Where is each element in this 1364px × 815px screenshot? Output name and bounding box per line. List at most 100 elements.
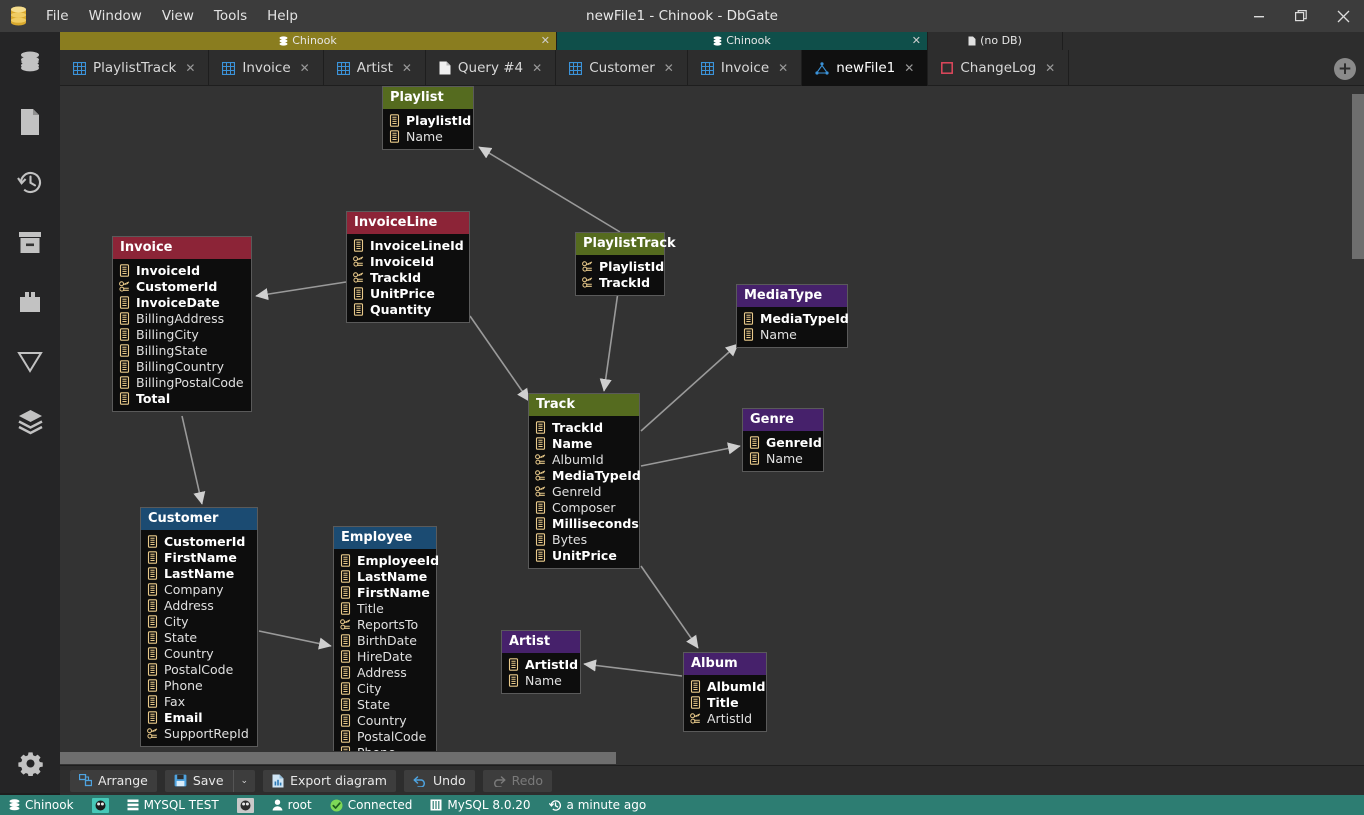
table-column[interactable]: Name bbox=[389, 128, 467, 144]
table-column[interactable]: UnitPrice bbox=[353, 285, 463, 301]
table-column[interactable]: Total bbox=[119, 390, 245, 406]
table-column[interactable]: Name bbox=[535, 435, 633, 451]
table-header[interactable]: Invoice bbox=[113, 237, 251, 259]
menu-file[interactable]: File bbox=[36, 0, 79, 32]
save-button[interactable]: Save bbox=[165, 770, 233, 792]
diagram-table-invoiceline[interactable]: InvoiceLineInvoiceLineIdInvoiceIdTrackId… bbox=[346, 211, 470, 323]
sidebar-item-saved-filters[interactable] bbox=[0, 332, 60, 392]
table-column[interactable]: GenreId bbox=[749, 434, 817, 450]
menu-window[interactable]: Window bbox=[79, 0, 152, 32]
tab-close-icon[interactable]: ✕ bbox=[300, 61, 310, 75]
table-column[interactable]: AlbumId bbox=[535, 451, 633, 467]
table-column[interactable]: EmployeeId bbox=[340, 552, 430, 568]
tab-group-header-2[interactable]: Chinook ✕ bbox=[557, 32, 928, 50]
status-user[interactable]: root bbox=[263, 795, 321, 815]
diagram-table-customer[interactable]: CustomerCustomerIdFirstNameLastNameCompa… bbox=[140, 507, 258, 747]
table-header[interactable]: Playlist bbox=[383, 87, 473, 109]
sidebar-item-history[interactable] bbox=[0, 152, 60, 212]
table-column[interactable]: TrackId bbox=[582, 274, 658, 290]
table-column[interactable]: Fax bbox=[147, 693, 251, 709]
table-column[interactable]: SupportRepId bbox=[147, 725, 251, 741]
restore-button[interactable] bbox=[1280, 0, 1322, 32]
table-column[interactable]: InvoiceDate bbox=[119, 294, 245, 310]
menu-tools[interactable]: Tools bbox=[204, 0, 257, 32]
table-column[interactable]: ArtistId bbox=[508, 656, 574, 672]
table-column[interactable]: Name bbox=[743, 326, 841, 342]
table-column[interactable]: UnitPrice bbox=[535, 547, 633, 563]
table-column[interactable]: BillingCity bbox=[119, 326, 245, 342]
table-column[interactable]: Name bbox=[508, 672, 574, 688]
sidebar-item-files[interactable] bbox=[0, 92, 60, 152]
table-header[interactable]: Album bbox=[684, 653, 766, 675]
table-column[interactable]: PostalCode bbox=[340, 728, 430, 744]
table-column[interactable]: BillingState bbox=[119, 342, 245, 358]
arrange-button[interactable]: Arrange bbox=[70, 770, 157, 792]
table-column[interactable]: CustomerId bbox=[147, 533, 251, 549]
table-column[interactable]: Country bbox=[147, 645, 251, 661]
table-column[interactable]: City bbox=[147, 613, 251, 629]
diagram-table-playlist[interactable]: Playlist PlaylistIdName bbox=[382, 86, 474, 150]
table-column[interactable]: AlbumId bbox=[690, 678, 760, 694]
diagram-table-genre[interactable]: GenreGenreIdName bbox=[742, 408, 824, 472]
tab-invoice-2[interactable]: Invoice ✕ bbox=[688, 50, 802, 86]
table-column[interactable]: BillingPostalCode bbox=[119, 374, 245, 390]
tab-newfile1[interactable]: newFile1 ✕ bbox=[802, 50, 928, 86]
table-column[interactable]: InvoiceId bbox=[119, 262, 245, 278]
table-header[interactable]: PlaylistTrack bbox=[576, 233, 664, 255]
table-column[interactable]: Bytes bbox=[535, 531, 633, 547]
status-connected[interactable]: Connected bbox=[321, 795, 422, 815]
tab-customer[interactable]: Customer ✕ bbox=[556, 50, 688, 86]
tab-close-icon[interactable]: ✕ bbox=[402, 61, 412, 75]
canvas-horizontal-scrollbar[interactable] bbox=[60, 751, 1350, 765]
table-column[interactable]: Address bbox=[340, 664, 430, 680]
tab-close-icon[interactable]: ✕ bbox=[778, 61, 788, 75]
table-column[interactable]: ArtistId bbox=[690, 710, 760, 726]
status-connection-chip[interactable] bbox=[83, 795, 118, 815]
table-column[interactable]: PlaylistId bbox=[389, 112, 467, 128]
table-column[interactable]: Email bbox=[147, 709, 251, 725]
status-engine-chip[interactable] bbox=[228, 795, 263, 815]
tab-invoice-1[interactable]: Invoice ✕ bbox=[209, 50, 323, 86]
table-column[interactable]: HireDate bbox=[340, 648, 430, 664]
canvas-vertical-scrollbar[interactable] bbox=[1350, 86, 1364, 765]
scrollbar-thumb[interactable] bbox=[60, 752, 616, 764]
table-column[interactable]: City bbox=[340, 680, 430, 696]
status-database[interactable]: Chinook bbox=[0, 795, 83, 815]
tab-close-icon[interactable]: ✕ bbox=[185, 61, 195, 75]
add-tab-button[interactable]: + bbox=[1334, 58, 1356, 80]
table-column[interactable]: BillingCountry bbox=[119, 358, 245, 374]
table-header[interactable]: Track bbox=[529, 394, 639, 416]
sidebar-item-database[interactable] bbox=[0, 32, 60, 92]
menu-help[interactable]: Help bbox=[257, 0, 308, 32]
diagram-table-album[interactable]: AlbumAlbumIdTitleArtistId bbox=[683, 652, 767, 732]
tab-changelog[interactable]: ChangeLog ✕ bbox=[928, 50, 1069, 86]
table-column[interactable]: InvoiceId bbox=[353, 253, 463, 269]
table-column[interactable]: FirstName bbox=[147, 549, 251, 565]
table-column[interactable]: TrackId bbox=[535, 419, 633, 435]
tab-playlisttrack[interactable]: PlaylistTrack ✕ bbox=[60, 50, 209, 86]
minimize-button[interactable] bbox=[1238, 0, 1280, 32]
table-column[interactable]: State bbox=[340, 696, 430, 712]
table-column[interactable]: CustomerId bbox=[119, 278, 245, 294]
table-column[interactable]: Milliseconds bbox=[535, 515, 633, 531]
diagram-table-employee[interactable]: EmployeeEmployeeIdLastNameFirstNameTitle… bbox=[333, 526, 437, 765]
table-column[interactable]: PostalCode bbox=[147, 661, 251, 677]
table-header[interactable]: Employee bbox=[334, 527, 436, 549]
menu-view[interactable]: View bbox=[152, 0, 204, 32]
table-column[interactable]: LastName bbox=[147, 565, 251, 581]
diagram-table-playlisttrack[interactable]: PlaylistTrackPlaylistIdTrackId bbox=[575, 232, 665, 296]
diagram-table-mediatype[interactable]: MediaTypeMediaTypeIdName bbox=[736, 284, 848, 348]
table-column[interactable]: LastName bbox=[340, 568, 430, 584]
tab-group-header-1[interactable]: Chinook ✕ bbox=[60, 32, 557, 50]
table-column[interactable]: Company bbox=[147, 581, 251, 597]
tab-group-header-3[interactable]: (no DB) bbox=[928, 32, 1063, 50]
table-column[interactable]: Composer bbox=[535, 499, 633, 515]
sidebar-item-cloud[interactable] bbox=[0, 392, 60, 452]
sidebar-item-archive[interactable] bbox=[0, 212, 60, 272]
undo-button[interactable]: Undo bbox=[404, 770, 475, 792]
table-column[interactable]: BillingAddress bbox=[119, 310, 245, 326]
table-column[interactable]: Address bbox=[147, 597, 251, 613]
table-column[interactable]: Phone bbox=[147, 677, 251, 693]
redo-button[interactable]: Redo bbox=[483, 770, 552, 792]
export-diagram-button[interactable]: Export diagram bbox=[263, 770, 396, 792]
